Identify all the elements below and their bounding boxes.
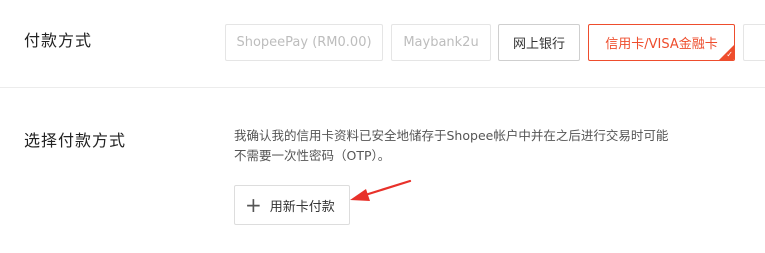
choose-payment-title: 选择付款方式 (24, 131, 127, 150)
check-icon: ✓ (726, 50, 733, 59)
payment-method-title: 付款方式 (24, 31, 93, 50)
payment-option-credit-card[interactable]: 信用卡/VISA金融卡 ✓ (588, 24, 735, 61)
payment-option-credit-card-label: 信用卡/VISA金融卡 (605, 37, 718, 52)
annotation-arrow-icon (350, 179, 412, 201)
payment-option-shopeepay[interactable]: ShopeePay (RM0.00) (225, 24, 383, 61)
card-storage-notice: 我确认我的信用卡资料已安全地储存于Shopee帐户中并在之后进行交易时可能不需要… (234, 128, 669, 163)
add-new-card-label: 用新卡付款 (269, 199, 335, 215)
divider (0, 87, 765, 88)
payment-option-online-banking[interactable]: 网上银行 (498, 24, 580, 61)
add-new-card-button[interactable]: + 用新卡付款 (234, 185, 350, 225)
plus-icon: + (245, 193, 262, 217)
payment-option-maybank2u[interactable]: Maybank2u (391, 24, 491, 61)
payment-option-more[interactable] (743, 24, 765, 61)
